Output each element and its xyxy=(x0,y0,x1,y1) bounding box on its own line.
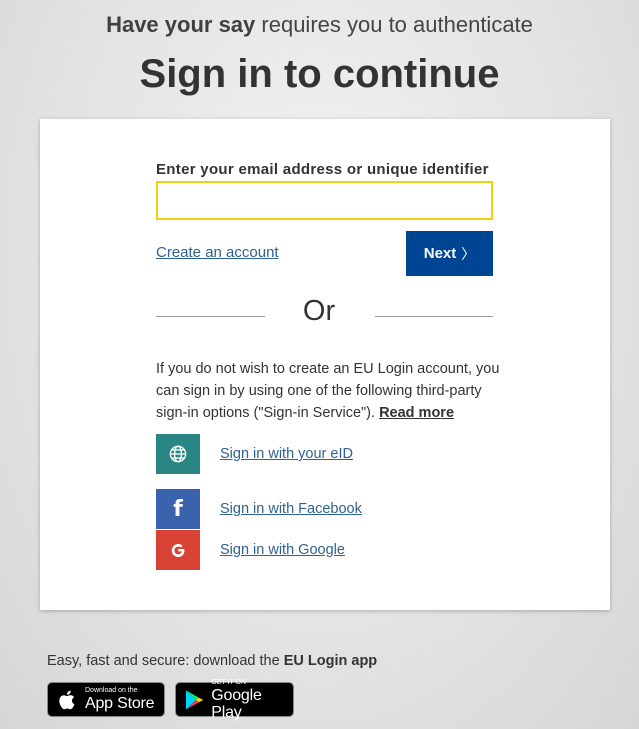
create-account-link[interactable]: Create an account xyxy=(156,244,279,261)
apple-icon xyxy=(59,690,75,709)
chevron-right-icon: 〉 xyxy=(461,245,476,262)
app-store-small-text: Download on the xyxy=(85,687,138,694)
provider-google: Sign in with Google xyxy=(156,530,456,570)
globe-icon[interactable] xyxy=(156,434,200,474)
google-icon[interactable] xyxy=(156,530,200,570)
page-title: Sign in to continue xyxy=(139,52,500,96)
page-subtitle: Have your say requires you to authentica… xyxy=(0,12,639,38)
eid-signin-link[interactable]: Sign in with your eID xyxy=(220,446,353,462)
app-store-button[interactable]: Download on the App Store xyxy=(47,682,165,717)
google-play-icon xyxy=(185,689,204,710)
email-field[interactable] xyxy=(156,181,493,220)
app-store-label: App Store xyxy=(85,695,155,712)
next-label: Next xyxy=(423,245,457,262)
provider-facebook: f Sign in with Facebook xyxy=(156,489,456,529)
login-card: Enter your email address or unique ident… xyxy=(40,119,610,610)
footer-text: Easy, fast and secure: download the xyxy=(47,653,284,669)
divider-right xyxy=(375,316,493,317)
subtitle-text: requires you to authenticate xyxy=(255,12,533,37)
google-play-small-text: GET IT ON xyxy=(211,678,246,686)
eu-login-app-name: EU Login app xyxy=(283,653,378,669)
google-play-button[interactable]: GET IT ON Google Play xyxy=(175,678,294,721)
next-button[interactable]: Next 〉 xyxy=(406,231,493,276)
read-more-link[interactable]: Read more xyxy=(379,405,454,421)
or-separator: Or xyxy=(302,295,336,327)
third-party-info: If you do not wish to create an EU Login… xyxy=(156,358,501,424)
email-label: Enter your email address or unique ident… xyxy=(156,161,489,178)
app-name: Have your say xyxy=(106,12,256,37)
google-play-label: Google Play xyxy=(211,686,262,721)
facebook-signin-link[interactable]: Sign in with Facebook xyxy=(220,501,362,517)
facebook-icon[interactable]: f xyxy=(156,489,200,529)
google-signin-link[interactable]: Sign in with Google xyxy=(220,542,345,558)
app-download-text: Easy, fast and secure: download the EU L… xyxy=(47,653,377,669)
provider-eid: Sign in with your eID xyxy=(156,434,456,474)
